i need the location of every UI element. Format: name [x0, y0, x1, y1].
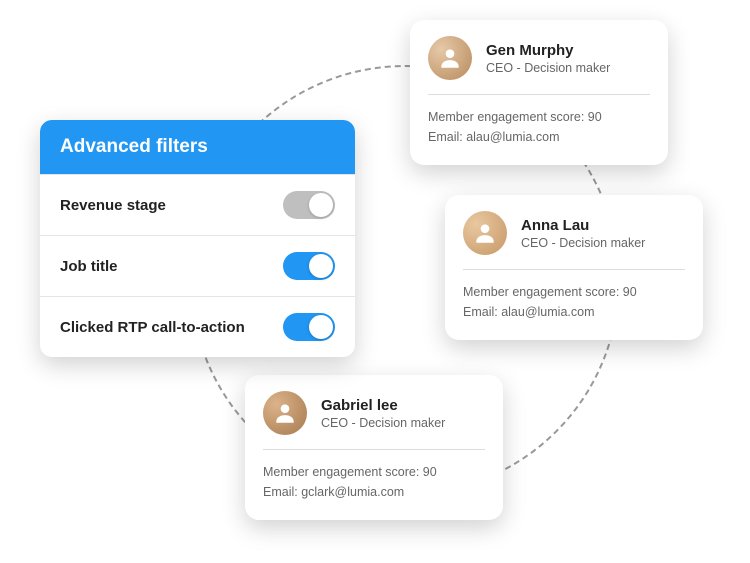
contact-name: Gen Murphy [486, 42, 610, 59]
person-icon [437, 45, 463, 71]
contact-email: Email: alau@lumia.com [463, 302, 685, 322]
contact-card[interactable]: Gen Murphy CEO - Decision maker Member e… [410, 20, 668, 165]
divider [428, 94, 650, 95]
avatar-icon [428, 36, 472, 80]
toggle-knob [309, 193, 333, 217]
filter-row-job-title: Job title [40, 235, 355, 296]
contact-name: Gabriel lee [321, 397, 445, 414]
contact-name: Anna Lau [521, 217, 645, 234]
contact-card[interactable]: Anna Lau CEO - Decision maker Member eng… [445, 195, 703, 340]
avatar-icon [263, 391, 307, 435]
contact-score: Member engagement score: 90 [463, 282, 685, 302]
contact-header: Anna Lau CEO - Decision maker [463, 211, 685, 255]
toggle-clicked-rtp[interactable] [283, 313, 335, 341]
contact-score: Member engagement score: 90 [428, 107, 650, 127]
toggle-job-title[interactable] [283, 252, 335, 280]
advanced-filters-panel: Advanced filters Revenue stage Job title… [40, 120, 355, 357]
contact-score: Member engagement score: 90 [263, 462, 485, 482]
contact-card[interactable]: Gabriel lee CEO - Decision maker Member … [245, 375, 503, 520]
filters-title: Advanced filters [40, 120, 355, 174]
toggle-knob [309, 315, 333, 339]
contact-role: CEO - Decision maker [521, 236, 645, 250]
person-icon [472, 220, 498, 246]
filter-row-clicked-rtp: Clicked RTP call-to-action [40, 296, 355, 357]
person-icon [272, 400, 298, 426]
filter-row-revenue-stage: Revenue stage [40, 174, 355, 235]
toggle-knob [309, 254, 333, 278]
contact-email: Email: alau@lumia.com [428, 127, 650, 147]
avatar-icon [463, 211, 507, 255]
filter-label: Job title [60, 258, 118, 275]
filter-label: Clicked RTP call-to-action [60, 319, 245, 336]
divider [263, 449, 485, 450]
contact-email: Email: gclark@lumia.com [263, 482, 485, 502]
contact-header: Gabriel lee CEO - Decision maker [263, 391, 485, 435]
toggle-revenue-stage[interactable] [283, 191, 335, 219]
filter-label: Revenue stage [60, 197, 166, 214]
divider [463, 269, 685, 270]
contact-role: CEO - Decision maker [321, 416, 445, 430]
contact-header: Gen Murphy CEO - Decision maker [428, 36, 650, 80]
contact-role: CEO - Decision maker [486, 61, 610, 75]
